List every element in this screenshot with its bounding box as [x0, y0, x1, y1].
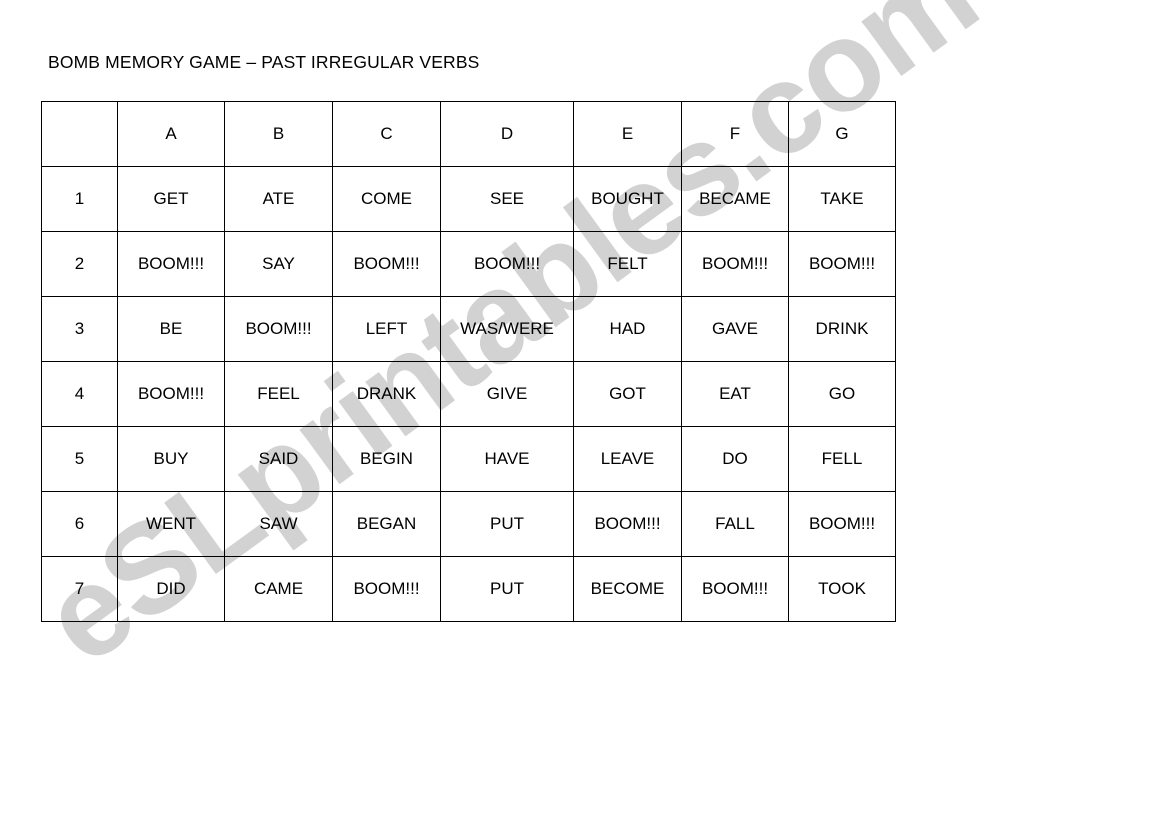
cell-c3[interactable]: LEFT [332, 296, 441, 362]
table-row: 5 BUY SAID BEGIN HAVE LEAVE DO FELL [41, 426, 896, 492]
row-label-4: 4 [41, 361, 118, 427]
row-label-7: 7 [41, 556, 118, 622]
cell-e3[interactable]: HAD [573, 296, 682, 362]
cell-f1[interactable]: BECAME [681, 166, 789, 232]
worksheet-page: eSLprintables.com BOMB MEMORY GAME – PAS… [0, 0, 1169, 821]
cell-g3[interactable]: DRINK [788, 296, 896, 362]
cell-c4[interactable]: DRANK [332, 361, 441, 427]
cell-a3[interactable]: BE [117, 296, 225, 362]
cell-b3[interactable]: BOOM!!! [224, 296, 333, 362]
cell-e7[interactable]: BECOME [573, 556, 682, 622]
cell-c1[interactable]: COME [332, 166, 441, 232]
table-row: 1 GET ATE COME SEE BOUGHT BECAME TAKE [41, 166, 896, 232]
cell-b5[interactable]: SAID [224, 426, 333, 492]
bomb-grid-table: A B C D E F G 1 GET ATE COME SEE BOUGHT [41, 101, 896, 622]
cell-a7[interactable]: DID [117, 556, 225, 622]
cell-d2[interactable]: BOOM!!! [440, 231, 574, 297]
column-header-b: B [224, 101, 333, 167]
cell-c5[interactable]: BEGIN [332, 426, 441, 492]
cell-f6[interactable]: FALL [681, 491, 789, 557]
row-label-3: 3 [41, 296, 118, 362]
cell-b4[interactable]: FEEL [224, 361, 333, 427]
row-label-2: 2 [41, 231, 118, 297]
column-header-d: D [440, 101, 574, 167]
cell-g7[interactable]: TOOK [788, 556, 896, 622]
cell-d1[interactable]: SEE [440, 166, 574, 232]
column-header-a: A [117, 101, 225, 167]
table-row: 7 DID CAME BOOM!!! PUT BECOME BOOM!!! TO… [41, 556, 896, 622]
cell-e1[interactable]: BOUGHT [573, 166, 682, 232]
cell-e5[interactable]: LEAVE [573, 426, 682, 492]
grid-corner-cell [41, 101, 118, 167]
cell-g5[interactable]: FELL [788, 426, 896, 492]
cell-e2[interactable]: FELT [573, 231, 682, 297]
cell-c2[interactable]: BOOM!!! [332, 231, 441, 297]
table-header-row: A B C D E F G [41, 101, 896, 167]
table-row: 3 BE BOOM!!! LEFT WAS/WERE HAD GAVE DRIN… [41, 296, 896, 362]
column-header-f: F [681, 101, 789, 167]
cell-g2[interactable]: BOOM!!! [788, 231, 896, 297]
cell-a6[interactable]: WENT [117, 491, 225, 557]
cell-f4[interactable]: EAT [681, 361, 789, 427]
cell-a4[interactable]: BOOM!!! [117, 361, 225, 427]
cell-d4[interactable]: GIVE [440, 361, 574, 427]
cell-g4[interactable]: GO [788, 361, 896, 427]
cell-e6[interactable]: BOOM!!! [573, 491, 682, 557]
cell-a5[interactable]: BUY [117, 426, 225, 492]
cell-b6[interactable]: SAW [224, 491, 333, 557]
cell-e4[interactable]: GOT [573, 361, 682, 427]
column-header-e: E [573, 101, 682, 167]
cell-f5[interactable]: DO [681, 426, 789, 492]
column-header-c: C [332, 101, 441, 167]
column-header-g: G [788, 101, 896, 167]
cell-b2[interactable]: SAY [224, 231, 333, 297]
cell-f3[interactable]: GAVE [681, 296, 789, 362]
cell-d5[interactable]: HAVE [440, 426, 574, 492]
row-label-6: 6 [41, 491, 118, 557]
cell-g1[interactable]: TAKE [788, 166, 896, 232]
cell-d3[interactable]: WAS/WERE [440, 296, 574, 362]
cell-c7[interactable]: BOOM!!! [332, 556, 441, 622]
table-row: 2 BOOM!!! SAY BOOM!!! BOOM!!! FELT BOOM!… [41, 231, 896, 297]
cell-a2[interactable]: BOOM!!! [117, 231, 225, 297]
cell-g6[interactable]: BOOM!!! [788, 491, 896, 557]
cell-b1[interactable]: ATE [224, 166, 333, 232]
cell-c6[interactable]: BEGAN [332, 491, 441, 557]
table-row: 6 WENT SAW BEGAN PUT BOOM!!! FALL BOOM!!… [41, 491, 896, 557]
table-row: 4 BOOM!!! FEEL DRANK GIVE GOT EAT GO [41, 361, 896, 427]
cell-b7[interactable]: CAME [224, 556, 333, 622]
cell-d6[interactable]: PUT [440, 491, 574, 557]
cell-f2[interactable]: BOOM!!! [681, 231, 789, 297]
cell-f7[interactable]: BOOM!!! [681, 556, 789, 622]
cell-a1[interactable]: GET [117, 166, 225, 232]
cell-d7[interactable]: PUT [440, 556, 574, 622]
page-title: BOMB MEMORY GAME – PAST IRREGULAR VERBS [48, 52, 480, 72]
row-label-5: 5 [41, 426, 118, 492]
row-label-1: 1 [41, 166, 118, 232]
bomb-grid-container: A B C D E F G 1 GET ATE COME SEE BOUGHT [41, 101, 896, 622]
